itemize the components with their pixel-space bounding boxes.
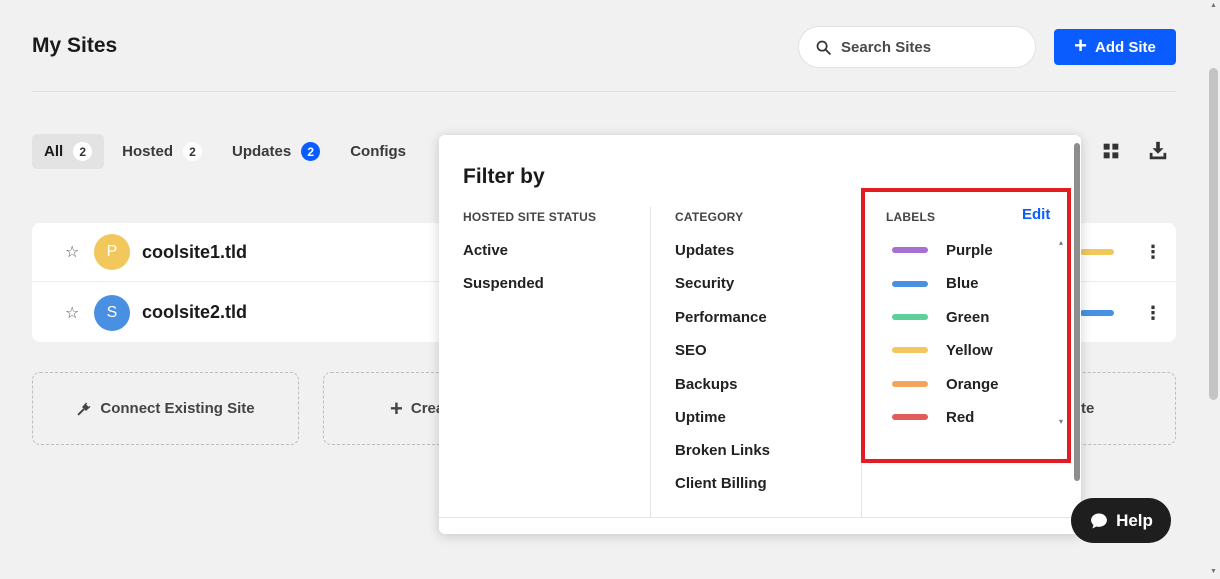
help-label: Help: [1116, 510, 1153, 530]
filter-option-seo[interactable]: SEO: [675, 342, 707, 359]
labels-heading: LABELS: [886, 210, 936, 224]
tab-updates-count: 2: [301, 142, 321, 161]
filter-label-orange[interactable]: Orange: [946, 376, 999, 393]
tab-hosted-count: 2: [183, 142, 203, 161]
grid-view-icon[interactable]: [1100, 140, 1122, 162]
scroll-up-icon[interactable]: ▲: [1210, 2, 1217, 9]
panel-footer-divider: [439, 517, 1081, 518]
filter-option-broken-links[interactable]: Broken Links: [675, 442, 770, 459]
page-scrollbar[interactable]: ▲ ▼: [1207, 0, 1220, 579]
column-divider: [650, 207, 651, 517]
view-controls: [1100, 140, 1169, 162]
site-name[interactable]: coolsite1.tld: [142, 242, 247, 263]
header-divider: [32, 91, 1176, 92]
label-swatch-green: [892, 314, 928, 320]
site-label-bar: [1080, 249, 1114, 255]
scroll-down-icon[interactable]: ▼: [1210, 568, 1217, 575]
tab-hosted[interactable]: Hosted 2: [110, 134, 214, 169]
search-icon: [816, 40, 831, 55]
more-options-icon[interactable]: ⋮: [1144, 304, 1162, 322]
tab-all-label: All: [44, 143, 64, 160]
labels-scroll-up-icon[interactable]: ▴: [1059, 238, 1063, 247]
tab-updates-label: Updates: [232, 143, 292, 160]
add-site-label: Add Site: [1095, 38, 1156, 56]
avatar: P: [94, 234, 130, 270]
filter-option-uptime[interactable]: Uptime: [675, 409, 726, 426]
filter-label-yellow[interactable]: Yellow: [946, 342, 993, 359]
help-button[interactable]: Help: [1071, 498, 1171, 543]
tab-all[interactable]: All 2: [32, 134, 105, 169]
filter-panel: Filter by HOSTED SITE STATUS Active Susp…: [439, 135, 1081, 534]
tab-updates[interactable]: Updates 2: [220, 134, 332, 169]
filter-label-purple[interactable]: Purple: [946, 242, 993, 259]
filter-option-client-billing[interactable]: Client Billing: [675, 475, 767, 492]
label-swatch-blue: [892, 281, 928, 287]
download-icon[interactable]: [1147, 140, 1169, 162]
third-action-label: te: [1081, 400, 1095, 417]
page-title: My Sites: [32, 34, 118, 57]
filter-option-updates[interactable]: Updates: [675, 242, 734, 259]
filter-label-green[interactable]: Green: [946, 309, 989, 326]
hosted-status-heading: HOSTED SITE STATUS: [463, 210, 597, 224]
search-input[interactable]: [841, 38, 1021, 56]
category-heading: CATEGORY: [675, 210, 744, 224]
site-name[interactable]: coolsite2.tld: [142, 302, 247, 323]
tab-hosted-label: Hosted: [122, 143, 174, 160]
panel-scrollbar[interactable]: [1074, 143, 1080, 481]
filter-option-security[interactable]: Security: [675, 275, 734, 292]
avatar: S: [94, 294, 130, 331]
site-tabs: All 2 Hosted 2 Updates 2 Configs: [32, 134, 418, 169]
plus-icon: +: [390, 395, 403, 421]
label-swatch-yellow: [892, 347, 928, 353]
label-swatch-purple: [892, 247, 928, 253]
tab-all-count: 2: [73, 142, 93, 161]
plus-icon: +: [1074, 33, 1087, 58]
filter-option-suspended[interactable]: Suspended: [463, 275, 544, 292]
labels-edit-link[interactable]: Edit: [1022, 206, 1050, 223]
filter-label-blue[interactable]: Blue: [946, 275, 979, 292]
tab-configs[interactable]: Configs: [338, 134, 418, 169]
connect-existing-site-card[interactable]: Connect Existing Site: [32, 372, 299, 445]
site-label-bar: [1080, 309, 1114, 316]
plug-icon: [78, 402, 91, 415]
labels-scroll-down-icon[interactable]: ▾: [1059, 417, 1063, 426]
chat-bubble-icon: [1091, 513, 1107, 528]
star-icon[interactable]: ☆: [65, 303, 79, 323]
add-site-button[interactable]: + Add Site: [1054, 29, 1176, 65]
connect-existing-site-label: Connect Existing Site: [100, 400, 255, 417]
filter-label-red[interactable]: Red: [946, 409, 974, 426]
column-divider: [861, 207, 862, 517]
more-options-icon[interactable]: ⋮: [1144, 243, 1162, 261]
filter-option-active[interactable]: Active: [463, 242, 508, 259]
filter-option-backups[interactable]: Backups: [675, 376, 738, 393]
filter-option-performance[interactable]: Performance: [675, 309, 767, 326]
filter-title: Filter by: [463, 165, 545, 188]
search-box[interactable]: [798, 26, 1036, 68]
label-swatch-orange: [892, 381, 928, 387]
tab-configs-label: Configs: [350, 143, 407, 160]
label-swatch-red: [892, 414, 928, 420]
star-icon[interactable]: ☆: [65, 242, 79, 262]
page-scrollbar-thumb[interactable]: [1209, 68, 1218, 400]
